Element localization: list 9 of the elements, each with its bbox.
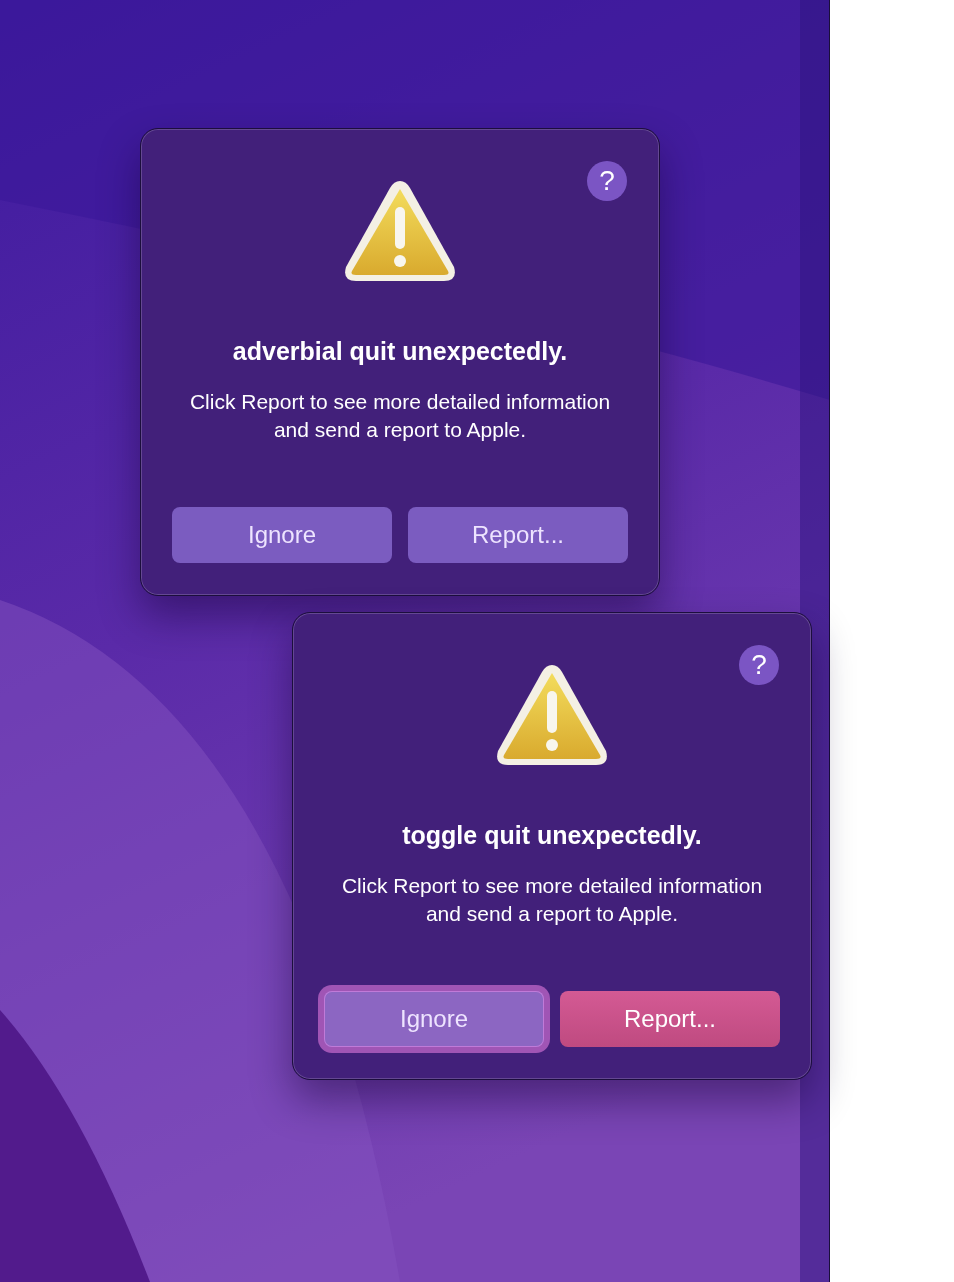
alert-title: adverbial quit unexpectedly. [232,337,568,366]
ignore-button[interactable]: Ignore [172,507,392,563]
alert-message: Click Report to see more detailed information and send a report to Apple. [188,389,612,443]
alert-title: toggle quit unexpectedly. [402,821,702,850]
report-button[interactable]: Report... [560,991,780,1047]
help-button[interactable]: ? [739,645,779,685]
alert-message: Click Report to see more detailed information and send a report to Apple. [340,873,764,927]
report-button[interactable]: Report... [408,507,628,563]
help-button[interactable]: ? [587,161,627,201]
